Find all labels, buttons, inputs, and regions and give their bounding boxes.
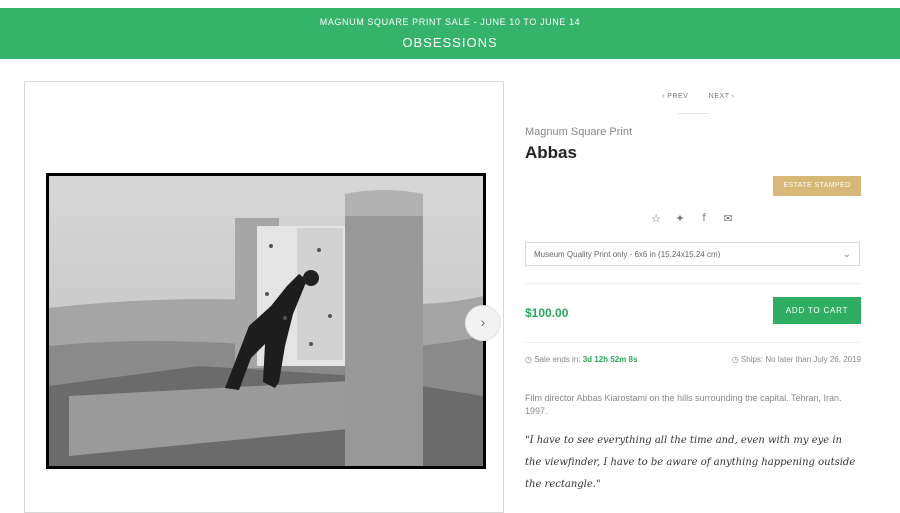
gallery-next-arrow[interactable]: › [465,305,501,341]
photo-caption: Film director Abbas Kiarostami on the hi… [525,393,842,416]
product-eyebrow: Magnum Square Print [525,126,632,138]
share-icons: ☆ ✦ f ✉ [650,212,734,225]
pager-divider [677,113,709,114]
product-photo[interactable] [46,173,486,469]
pager: ‹ PREV NEXT › [662,93,753,100]
chevron-down-icon: ⌄ [842,249,851,260]
banner-sale-text: MAGNUM SQUARE PRINT SALE - JUNE 10 TO JU… [319,17,581,27]
next-link[interactable]: NEXT › [709,93,735,100]
top-strip [0,0,900,8]
star-icon[interactable]: ☆ [650,212,662,225]
print-option-select[interactable]: Museum Quality Print only - 6x6 in (15.2… [525,242,860,266]
email-icon[interactable]: ✉ [722,212,734,225]
clock-icon: ◷ [731,355,739,364]
artist-name: Abbas [525,143,577,162]
twitter-icon[interactable]: ✦ [674,212,686,225]
print-option-value: Museum Quality Print only - 6x6 in (15.2… [534,250,721,259]
facebook-icon[interactable]: f [698,212,710,225]
clock-icon: ◷ [525,355,532,364]
divider [525,283,861,284]
prev-link[interactable]: ‹ PREV [662,93,688,100]
sale-banner[interactable]: MAGNUM SQUARE PRINT SALE - JUNE 10 TO JU… [0,8,900,59]
sale-ends: ◷ Sale ends in: 3d 12h 52m 8s [525,355,637,364]
photographer-quote: "I have to see everything all the time a… [525,435,856,490]
banner-title: OBSESSIONS [402,35,498,50]
sale-ends-label: Sale ends in: [534,355,581,364]
shipping-info: ◷ Ships: No later than July 26, 2019 [732,355,861,364]
sale-countdown: 3d 12h 52m 8s [582,355,638,364]
divider [525,342,861,343]
price: $100.00 [525,306,569,320]
photo-gallery: › [24,81,504,513]
estate-stamped-badge: ESTATE STAMPED [773,176,861,196]
add-to-cart-button[interactable]: ADD TO CART [773,297,861,324]
shipping-text: Ships: No later than July 26, 2019 [740,355,861,364]
